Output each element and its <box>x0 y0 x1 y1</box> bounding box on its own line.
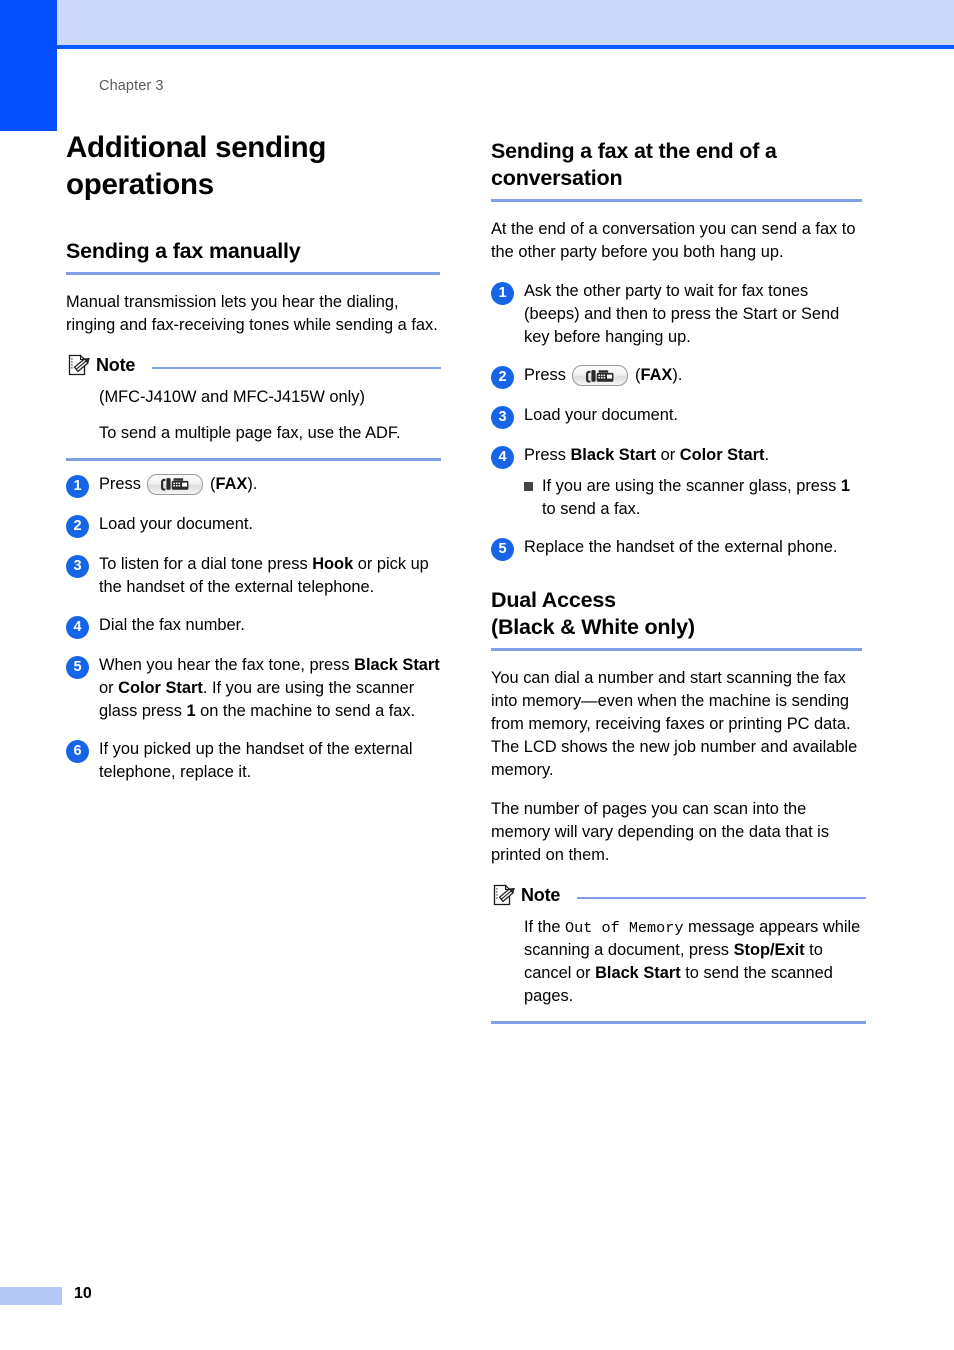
section-heading-rule <box>491 648 862 652</box>
section-heading-fax-end-of-conversation: Sending a fax at the end of a conversati… <box>491 139 777 191</box>
step-number-badge: 5 <box>66 655 89 679</box>
emphasis-text: Black Start <box>570 446 657 464</box>
dual-access-paragraph-1: You can dial a number and start scanning… <box>491 669 858 779</box>
page-number: 10 <box>74 1285 92 1302</box>
note-footer-rule <box>66 457 441 461</box>
note-header: Note <box>66 353 441 378</box>
step-text: Press (FAX). <box>524 365 683 386</box>
step-text: Press (FAX). <box>99 473 258 495</box>
step-sub-bullets: If you are using the scanner glass, pres… <box>524 475 866 521</box>
step-number-badge: 4 <box>66 615 89 639</box>
footer-accent-bar <box>0 1287 62 1305</box>
step-number-badge: 3 <box>491 406 514 429</box>
square-bullet-icon <box>524 481 533 491</box>
emphasis-text: Black Start <box>595 964 681 983</box>
note-line: (MFC-J410W and MFC-J415W only) <box>99 387 365 406</box>
emphasis-text: Stop/Exit <box>733 941 805 960</box>
fax-key-button[interactable] <box>572 365 629 386</box>
step-number-badge: 1 <box>66 474 89 498</box>
emphasis-text: FAX <box>640 366 673 384</box>
procedure-step: 3 To listen for a dial tone press Hook or… <box>66 553 441 599</box>
note-pencil-icon <box>491 883 516 908</box>
emphasis-text: 1 <box>186 701 196 720</box>
procedure-step: 1 Ask the other party to wait for fax ton… <box>491 280 866 349</box>
procedure-steps-sending-fax-manually: 1 Press (FAX). 2 Load your document. 3 To lis… <box>66 473 441 784</box>
dual-access-paragraph-2: The number of pages you can scan into th… <box>491 799 830 864</box>
step-text: Press Black Start or Color Start. <box>524 446 770 464</box>
note-pencil-icon <box>66 353 91 378</box>
note-box-right: Note If the Out of Memory message appear… <box>491 883 866 1024</box>
note-header: Note <box>491 883 866 908</box>
section-heading-sending-fax-manually: Sending a fax manually <box>66 238 301 263</box>
intro-paragraph: At the end of a conversation you can sen… <box>491 220 856 262</box>
step-text: To listen for a dial tone press Hook or … <box>99 554 429 596</box>
note-body: If the Out of Memory message appears whi… <box>491 908 866 1008</box>
step-number-badge: 2 <box>491 366 514 389</box>
fax-key-button[interactable] <box>147 473 204 495</box>
left-accent-bar <box>0 0 57 131</box>
section-heading-line2: (Black & White only) <box>491 614 695 639</box>
procedure-step: 2 Press (FAX). <box>491 364 866 389</box>
note-line: To send a multiple page fax, use the ADF… <box>99 423 401 442</box>
step-number-badge: 3 <box>66 554 89 578</box>
emphasis-text: Color Start <box>118 678 203 697</box>
note-title: Note <box>96 354 136 375</box>
intro-paragraph: Manual transmission lets you hear the di… <box>66 292 438 334</box>
procedure-step: 2 Load your document. <box>66 513 441 538</box>
section-heading-dual-access: Dual Access (Black & White only) <box>491 587 866 641</box>
step-number-badge: 2 <box>66 514 89 538</box>
section-heading-rule <box>491 199 862 203</box>
emphasis-text: Black Start <box>354 655 440 674</box>
step-number-badge: 4 <box>491 446 514 469</box>
header-rule <box>57 45 954 49</box>
procedure-step: 5 Replace the handset of the external pho… <box>491 536 866 561</box>
step-text: Ask the other party to wait for fax tone… <box>524 282 840 347</box>
sub-bullet-text: If you are using the scanner glass, pres… <box>542 476 850 518</box>
sub-bullet-item: If you are using the scanner glass, pres… <box>524 475 866 521</box>
page-title: Additional sending operations <box>66 131 327 201</box>
step-text: Load your document. <box>524 406 678 424</box>
lcd-message-text: Out of Memory <box>565 918 684 937</box>
procedure-step: 5 When you hear the fax tone, press Black… <box>66 654 441 723</box>
note-footer-rule <box>491 1021 866 1024</box>
chapter-label: Chapter 3 <box>99 78 164 94</box>
note-title: Note <box>521 884 561 905</box>
procedure-step: 4 Press Black Start or Color Start. If you… <box>491 444 866 521</box>
right-column: Sending a fax at the end of a conversati… <box>491 138 866 1036</box>
note-header-rule <box>152 366 441 369</box>
section-heading-line1: Dual Access <box>491 587 616 612</box>
procedure-step: 4 Dial the fax number. <box>66 614 441 639</box>
left-column: Additional sending operations Sending a … <box>66 130 441 783</box>
note-line: If the Out of Memory message appears whi… <box>524 917 861 1006</box>
procedure-step: 6 If you picked up the handset of the ext… <box>66 738 441 784</box>
step-text: When you hear the fax tone, press Black … <box>99 655 440 720</box>
emphasis-text: FAX <box>215 474 248 493</box>
note-header-rule <box>577 896 866 899</box>
header-band <box>57 0 954 45</box>
procedure-steps-fax-end-of-conversation: 1 Ask the other party to wait for fax ton… <box>491 280 866 561</box>
step-number-badge: 5 <box>491 537 514 561</box>
emphasis-text: 1 <box>840 476 850 495</box>
procedure-step: 1 Press (FAX). <box>66 473 441 498</box>
step-text: Dial the fax number. <box>99 615 245 634</box>
section-heading-rule <box>66 271 440 275</box>
note-box-left: Note (MFC-J410W and MFC-J415W only) To s… <box>66 353 441 461</box>
step-number-badge: 1 <box>491 282 514 306</box>
step-number-badge: 6 <box>66 739 89 763</box>
step-text: If you picked up the handset of the exte… <box>99 739 413 781</box>
note-body: (MFC-J410W and MFC-J415W only) To send a… <box>66 378 441 445</box>
emphasis-text: Color Start <box>679 446 765 464</box>
step-text: Load your document. <box>99 514 253 533</box>
emphasis-text: Hook <box>312 554 354 573</box>
procedure-step: 3 Load your document. <box>491 404 866 429</box>
step-text: Replace the handset of the external phon… <box>524 537 838 556</box>
